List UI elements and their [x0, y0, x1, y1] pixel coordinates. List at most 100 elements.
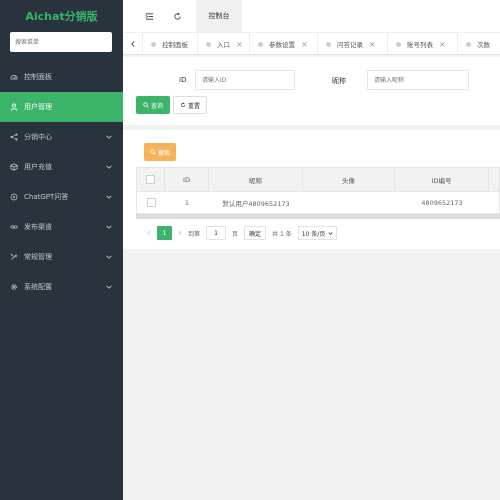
chevron-left-icon: [129, 40, 137, 48]
sidebar-item-channels[interactable]: 发布渠道: [0, 212, 123, 242]
tab-settings[interactable]: 参数设置 ×: [250, 33, 318, 55]
nickname-label: 昵称: [332, 77, 346, 85]
chevron-down-icon: [105, 223, 113, 231]
close-icon[interactable]: ×: [301, 40, 308, 49]
search-icon: [150, 149, 156, 155]
close-icon[interactable]: ×: [369, 40, 376, 49]
next-page-button[interactable]: [175, 226, 185, 240]
sidebar-item-label: 分销中心: [24, 133, 52, 141]
table-header: ID 昵称 头像 ID编号: [136, 167, 500, 192]
sidebar-item-dashboard[interactable]: 控制面板: [0, 62, 123, 92]
sidebar-item-label: 控制面板: [24, 73, 52, 81]
prev-page-button[interactable]: [144, 226, 154, 240]
search-button[interactable]: 搜索: [144, 143, 176, 161]
header-checkbox-cell: [137, 168, 165, 191]
tab-entry[interactable]: 入口 ×: [198, 33, 250, 55]
chevron-down-icon: [105, 163, 113, 171]
sidebar-item-label: 用户管理: [24, 103, 52, 111]
header-tab-console[interactable]: 控制台: [196, 0, 242, 32]
chevron-down-icon: [105, 193, 113, 201]
table-horizontal-scrollbar[interactable]: [136, 214, 500, 219]
chevron-left-icon: [147, 230, 151, 236]
cell-avatar: [303, 192, 395, 213]
cell-nickname: 默认用户4809652173: [222, 199, 290, 208]
id-label: ID: [179, 76, 187, 84]
tab-qa-records[interactable]: 问答记录 ×: [318, 33, 388, 55]
chevron-down-icon: [105, 133, 113, 141]
tab-dot: [326, 41, 331, 47]
goto-page-input[interactable]: [206, 226, 227, 240]
tab-scroll-left-button[interactable]: [123, 33, 143, 55]
tab-bar: 控制面板 入口 × 参数设置 × 问答记录 × 账号列表 × 次数: [123, 32, 500, 55]
tab-count[interactable]: 次数: [458, 33, 500, 55]
top-header: 控制台: [123, 0, 500, 32]
close-icon[interactable]: ×: [439, 40, 446, 49]
chevron-right-icon: [178, 230, 182, 236]
user-icon: [10, 103, 18, 111]
cell-id-number: 4809652173: [421, 198, 463, 207]
refresh-button[interactable]: [162, 0, 192, 32]
tab-dot: [151, 41, 156, 47]
tab-accounts[interactable]: 账号列表 ×: [388, 33, 458, 55]
tab-label: 次数: [477, 41, 490, 49]
sidebar-item-chatgpt[interactable]: ChatGPT问答: [0, 182, 123, 212]
tab-dashboard[interactable]: 控制面板: [143, 33, 198, 55]
sidebar-item-recharge[interactable]: 用户充值: [0, 152, 123, 182]
tab-label: 问答记录: [337, 41, 363, 49]
gear-icon: [10, 283, 18, 291]
nickname-input[interactable]: [367, 70, 469, 90]
search-button-label: 搜索: [157, 149, 170, 157]
menu-search-input[interactable]: [10, 32, 112, 52]
reset-button-label: 重置: [187, 102, 200, 110]
tab-label: 参数设置: [269, 41, 295, 49]
refresh-icon: [173, 12, 182, 21]
goto-label: 到第: [188, 230, 201, 238]
reset-button[interactable]: 重置: [173, 96, 207, 114]
sidebar: Aichat分销版 控制面板 用户管理 分销中心 用户充值 ChatGPT问答: [0, 0, 123, 500]
column-header[interactable]: ID编号: [395, 168, 489, 191]
page-number-current[interactable]: 1: [157, 226, 172, 240]
chevron-down-icon: [105, 283, 113, 291]
sidebar-item-label: 用户充值: [24, 163, 52, 171]
app-logo: Aichat分销版: [25, 10, 98, 23]
chevron-down-icon: [328, 231, 333, 235]
select-all-checkbox[interactable]: [146, 175, 155, 184]
row-checkbox-cell: [137, 192, 165, 213]
table-row[interactable]: 1 默认用户4809652173 4809652173: [136, 192, 500, 214]
box-icon: [10, 163, 18, 171]
column-header[interactable]: 头像: [303, 168, 395, 191]
total-count: 共 1 条: [272, 230, 292, 238]
tools-icon: [10, 253, 18, 261]
sidebar-item-system[interactable]: 系统配置: [0, 272, 123, 302]
column-header[interactable]: ID: [165, 168, 209, 191]
column-header[interactable]: 昵称: [209, 168, 303, 191]
share-icon: [10, 133, 18, 141]
table-panel: 搜索 ID 昵称 头像 ID编号 1 默认用户4809652173 480965…: [123, 130, 500, 249]
tab-dot: [466, 41, 471, 47]
sidebar-item-users[interactable]: 用户管理: [0, 92, 123, 122]
id-input[interactable]: [195, 70, 295, 90]
sidebar-item-label: ChatGPT问答: [24, 193, 69, 201]
close-icon[interactable]: ×: [236, 40, 243, 49]
sidebar-item-distribution[interactable]: 分销中心: [0, 122, 123, 152]
indent-icon: [145, 12, 154, 21]
row-checkbox[interactable]: [146, 198, 156, 207]
menu-toggle-button[interactable]: [134, 0, 164, 32]
page-size-select[interactable]: 10 条/页: [297, 226, 338, 240]
page-size-value: 10 条/页: [301, 230, 326, 238]
filter-panel: ID 昵称 查询 重置: [123, 57, 500, 125]
page-suffix: 页: [232, 230, 239, 238]
sidebar-item-general[interactable]: 常规管理: [0, 242, 123, 272]
tab-label: 控制面板: [162, 41, 188, 49]
query-button[interactable]: 查询: [136, 96, 170, 114]
goto-confirm-button[interactable]: 确定: [244, 226, 267, 240]
sidebar-menu: 控制面板 用户管理 分销中心 用户充值 ChatGPT问答 发布渠道 常规管理 …: [0, 62, 123, 302]
dashboard-icon: [10, 73, 18, 81]
tab-label: 账号列表: [407, 41, 433, 49]
chevron-down-icon: [105, 253, 113, 261]
tab-dot: [206, 41, 211, 47]
chat-icon: [10, 193, 18, 201]
sidebar-item-label: 系统配置: [24, 283, 52, 291]
query-button-label: 查询: [150, 102, 163, 110]
tab-label: 入口: [217, 41, 230, 49]
